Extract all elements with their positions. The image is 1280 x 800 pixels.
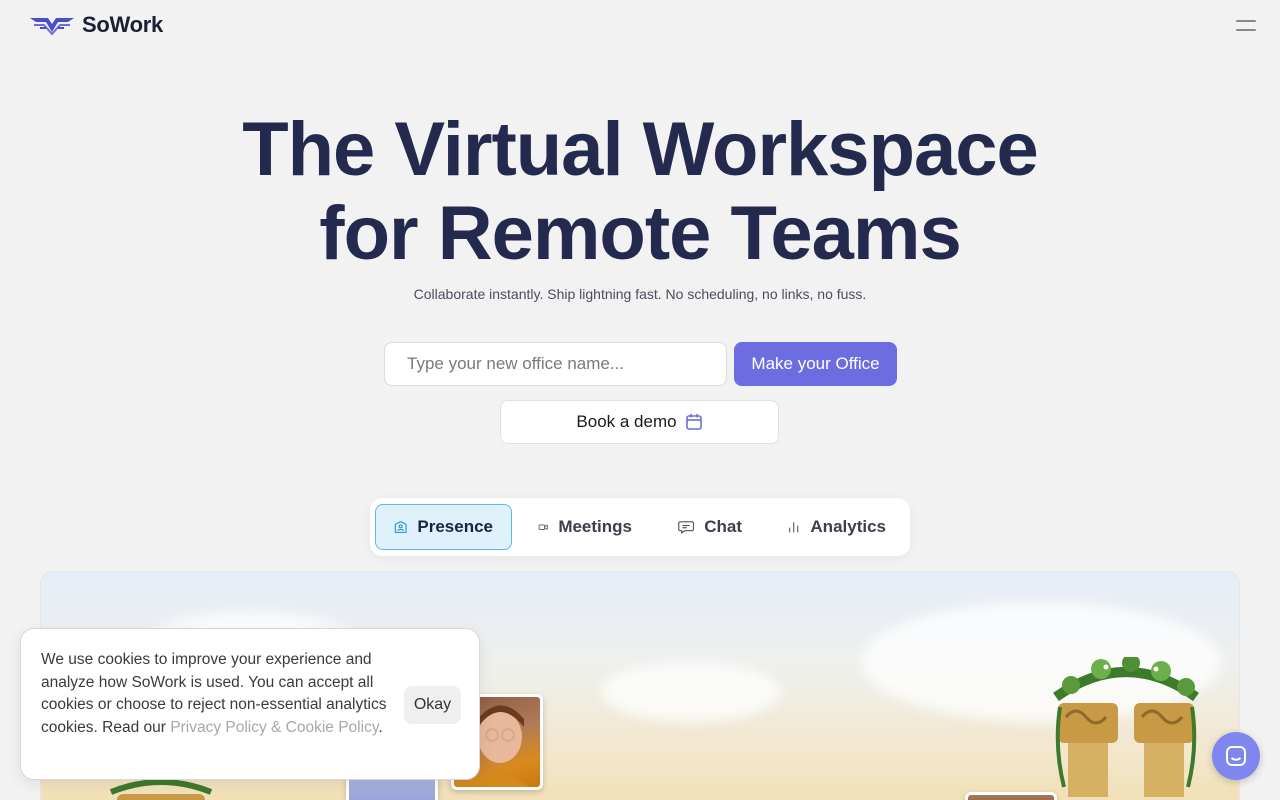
cookie-okay-button[interactable]: Okay (404, 686, 461, 724)
hero-title: The Virtual Workspace for Remote Teams (0, 108, 1280, 276)
video-tile-participant[interactable] (965, 792, 1057, 800)
brand-name: SoWork (82, 12, 163, 37)
tab-chat-label: Chat (704, 517, 742, 536)
tab-meetings[interactable]: Meetings (520, 504, 650, 550)
video-camera-icon (538, 524, 548, 530)
cloud-decoration (601, 662, 781, 722)
hero-title-line-2: for Remote Teams (319, 191, 961, 276)
hero-subtitle: Collaborate instantly. Ship lightning fa… (413, 286, 867, 302)
office-building-icon (394, 521, 407, 533)
menu-line-bottom (1236, 29, 1256, 31)
bar-chart-icon (789, 522, 799, 533)
book-demo-label: Book a demo (576, 412, 677, 431)
cookie-consent-banner: We use cookies to improve your experienc… (20, 628, 480, 780)
make-office-button[interactable]: Make your Office (734, 342, 897, 386)
sowork-wings-logo-icon (30, 18, 74, 36)
book-demo-button[interactable]: Book a demo (500, 400, 779, 444)
tab-analytics[interactable]: Analytics (769, 504, 904, 550)
hero-title-line-1: The Virtual Workspace (242, 107, 1039, 192)
tab-meetings-label: Meetings (558, 517, 632, 536)
tab-chat[interactable]: Chat (660, 504, 760, 550)
office-name-input[interactable] (384, 342, 727, 386)
cookie-message-suffix: . (378, 718, 383, 736)
tab-analytics-label: Analytics (810, 517, 886, 536)
tab-presence[interactable]: Presence (375, 504, 512, 550)
vine-pillar-illustration (1053, 657, 1199, 797)
chat-launcher-button[interactable] (1212, 732, 1260, 780)
calendar-icon (685, 414, 702, 430)
brand-logo[interactable]: SoWork (28, 12, 163, 38)
cookie-message: We use cookies to improve your experienc… (41, 649, 391, 739)
chat-launcher-icon (1226, 746, 1246, 766)
tab-presence-label: Presence (417, 517, 493, 536)
hamburger-menu-icon[interactable] (1234, 16, 1258, 36)
chat-bubble-icon (678, 521, 695, 535)
feature-tabs: Presence Meetings Chat Analytics (370, 498, 910, 556)
menu-line-top (1236, 20, 1256, 22)
privacy-policy-link[interactable]: Privacy Policy & Cookie Policy (170, 719, 378, 736)
